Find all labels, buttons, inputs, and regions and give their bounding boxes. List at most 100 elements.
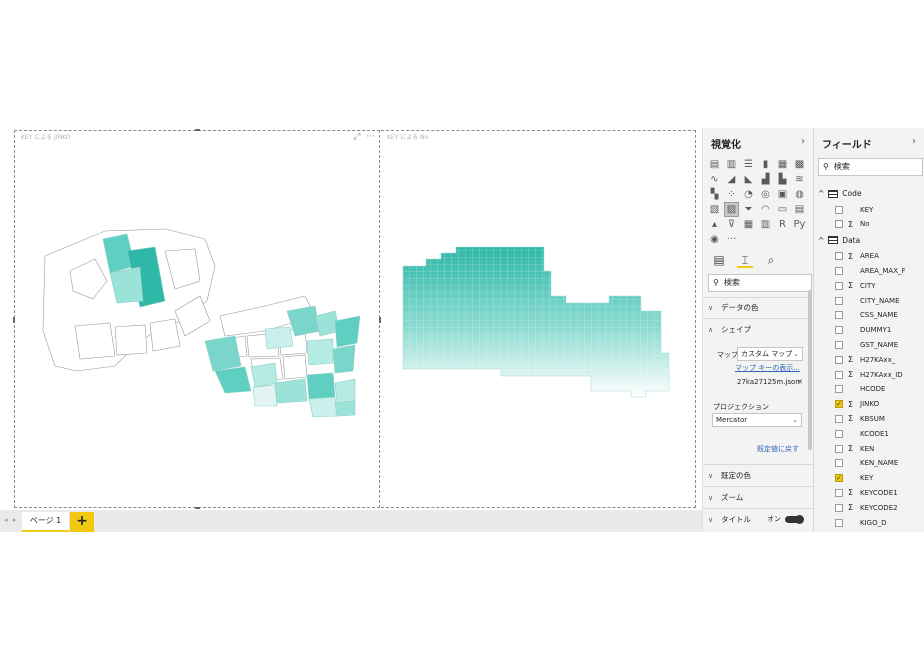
field-item[interactable]: CITY_NAME	[835, 295, 900, 306]
area-chart-icon[interactable]: ◢	[725, 173, 738, 186]
waterfall-icon[interactable]: ▚	[708, 188, 721, 201]
field-checkbox[interactable]	[835, 326, 843, 335]
map-region[interactable]	[308, 396, 338, 418]
map-region[interactable]	[214, 366, 252, 394]
analytics-icon[interactable]: ⌕	[763, 252, 779, 268]
map-region[interactable]	[74, 322, 116, 360]
grid-map[interactable]	[381, 131, 696, 509]
pie-chart-icon[interactable]: ◔	[742, 188, 755, 201]
field-checkbox[interactable]	[835, 266, 843, 275]
field-checkbox[interactable]	[835, 370, 843, 379]
section-shape[interactable]: ∧ シェイプ	[708, 324, 808, 335]
field-checkbox[interactable]	[835, 252, 843, 261]
field-item[interactable]: AREA_MAX_F	[835, 265, 906, 276]
section-data-colors[interactable]: ∨ データの色	[708, 302, 808, 313]
projection-select[interactable]: Mercator ⌄	[712, 413, 802, 427]
map-region[interactable]	[149, 318, 181, 352]
field-item[interactable]: ✓ KEY	[835, 473, 873, 484]
field-checkbox[interactable]	[835, 503, 843, 512]
r-visual-icon[interactable]: R	[776, 218, 789, 231]
map-region[interactable]	[282, 354, 308, 380]
shape-map-no[interactable]: KEY による No	[381, 130, 696, 508]
map-region[interactable]	[264, 326, 294, 350]
field-item[interactable]: KEY	[835, 204, 873, 215]
map-region[interactable]	[334, 378, 356, 404]
slicer-icon[interactable]: ⊽	[725, 218, 738, 231]
field-item[interactable]: CSS_NAME	[835, 310, 898, 321]
globe-icon[interactable]: ◉	[708, 233, 721, 246]
field-checkbox[interactable]	[835, 518, 843, 527]
section-default-colors[interactable]: ∨ 既定の色	[708, 470, 808, 481]
kpi-icon[interactable]: ▴	[708, 218, 721, 231]
field-checkbox[interactable]	[835, 385, 843, 394]
100-column-icon[interactable]: ▩	[793, 158, 806, 171]
map-region[interactable]	[334, 400, 356, 417]
remove-file-icon[interactable]: ✕	[797, 378, 803, 386]
add-page-button[interactable]: +	[70, 512, 94, 532]
map-region[interactable]	[204, 335, 242, 372]
prev-page-icon[interactable]: ◂	[4, 516, 8, 524]
field-item[interactable]: GST_NAME	[835, 339, 898, 350]
field-item[interactable]: Σ H27KAxx_ID	[835, 369, 903, 380]
field-item[interactable]: ✓ Σ JINKO	[835, 399, 879, 410]
field-item[interactable]: Σ KEYCODE2	[835, 502, 898, 513]
gauge-icon[interactable]: ◠	[759, 203, 772, 216]
field-checkbox[interactable]: ✓	[835, 474, 843, 483]
field-checkbox[interactable]	[835, 311, 843, 320]
field-item[interactable]: HCODE	[835, 384, 885, 395]
shape-map-icon[interactable]: ▨	[724, 202, 739, 217]
donut-chart-icon[interactable]: ◎	[759, 188, 772, 201]
collapse-pane-icon[interactable]: ›	[912, 136, 916, 147]
title-toggle-switch[interactable]	[785, 515, 804, 524]
field-checkbox[interactable]	[835, 281, 843, 290]
funnel-icon[interactable]: ⏷	[742, 203, 755, 216]
field-item[interactable]: Σ KEN	[835, 443, 874, 454]
line-chart-icon[interactable]: ∿	[708, 173, 721, 186]
matrix-icon[interactable]: ▥	[759, 218, 772, 231]
map-region[interactable]	[306, 338, 334, 366]
map-region[interactable]	[306, 372, 336, 400]
page-tab-1[interactable]: ページ 1	[22, 512, 69, 532]
treemap-icon[interactable]: ▣	[776, 188, 789, 201]
field-item[interactable]: Σ H27KAxx_	[835, 354, 895, 365]
map-select[interactable]: カスタム マップ ⌄	[737, 347, 803, 361]
line-column-icon[interactable]: ▟	[759, 173, 772, 186]
field-checkbox[interactable]	[835, 459, 843, 468]
map-icon[interactable]: ◍	[793, 188, 806, 201]
collapse-pane-icon[interactable]: ›	[801, 136, 805, 147]
field-item[interactable]: Σ KBSUM	[835, 413, 885, 424]
scatter-icon[interactable]: ⁘	[725, 188, 738, 201]
field-item[interactable]: Σ CITY	[835, 280, 876, 291]
card-icon[interactable]: ▭	[776, 203, 789, 216]
field-item[interactable]: KIGO_D	[835, 517, 886, 528]
field-checkbox[interactable]	[835, 205, 843, 214]
format-paint-roller-icon[interactable]: ⌶	[737, 252, 753, 268]
stacked-column-icon[interactable]: ▥	[725, 158, 738, 171]
table-header-code[interactable]: ^ Code	[818, 189, 862, 198]
field-item[interactable]: DUMMY1	[835, 325, 891, 336]
field-checkbox[interactable]	[835, 429, 843, 438]
table-header-data[interactable]: ^ Data	[818, 236, 860, 245]
clustered-bar-icon[interactable]: ☰	[742, 158, 755, 171]
map-region[interactable]	[114, 324, 148, 356]
pane-scrollbar[interactable]	[808, 290, 812, 450]
filled-map-icon[interactable]: ▧	[708, 203, 721, 216]
format-search-input[interactable]: ⚲ 検索	[708, 274, 812, 292]
section-zoom[interactable]: ∨ ズーム	[708, 492, 808, 503]
ribbon-chart-icon[interactable]: ≋	[793, 173, 806, 186]
view-map-keys-link[interactable]: マップ キーの表示...	[735, 363, 800, 373]
field-checkbox[interactable]	[835, 488, 843, 497]
fields-search-input[interactable]: ⚲ 検索	[818, 158, 923, 176]
table-icon[interactable]: ▦	[742, 218, 755, 231]
field-item[interactable]: Σ KEYCODE1	[835, 487, 898, 498]
district-map[interactable]	[15, 131, 381, 509]
shape-map-jinko[interactable]: KEY による JINKO ⤢ ···	[13, 129, 381, 509]
line-stacked-column-icon[interactable]: ▙	[776, 173, 789, 186]
more-visuals-icon[interactable]: ···	[725, 233, 738, 246]
field-checkbox[interactable]	[835, 414, 843, 423]
map-region[interactable]	[274, 378, 308, 404]
field-item[interactable]: Σ No	[835, 219, 870, 230]
field-item[interactable]: KEN_NAME	[835, 458, 898, 469]
field-checkbox[interactable]: ✓	[835, 400, 843, 409]
reset-to-default-link[interactable]: 既定値に戻す	[757, 444, 799, 454]
